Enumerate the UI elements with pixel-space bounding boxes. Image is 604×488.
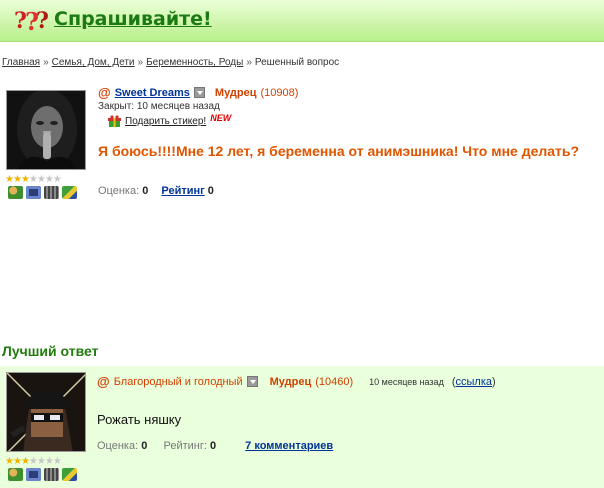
people-award-icon[interactable] (8, 468, 23, 481)
svg-text:?: ? (36, 8, 49, 34)
pencil-award-icon[interactable] (62, 468, 77, 481)
camera-award-icon[interactable] (26, 468, 41, 481)
breadcrumb-current: Решенный вопрос (254, 57, 340, 68)
question-closed-status: Закрыт: 10 месяцев назад (98, 101, 220, 112)
answer-text: Рожать няшку (97, 412, 182, 427)
star-icon: ★ (20, 174, 30, 185)
star-icon: ★ (52, 174, 62, 185)
star-icon: ★ (52, 456, 62, 467)
breadcrumb-family[interactable]: Семья, Дом, Дети (52, 57, 135, 68)
breadcrumb-pregnancy[interactable]: Беременность, Роды (146, 57, 243, 68)
question-author-stars: ★★★★★★★ (5, 174, 62, 185)
people-award-icon[interactable] (8, 186, 23, 199)
score-value: 0 (141, 440, 148, 452)
question-author-row: @ Sweet Dreams Мудрец (10908) (98, 85, 298, 100)
answer-author-stars: ★★★★★★★ (5, 456, 62, 467)
site-title-link[interactable]: Спрашивайте! (54, 8, 212, 30)
star-icon: ★ (44, 174, 54, 185)
question-author-link[interactable]: Sweet Dreams (115, 87, 190, 99)
question-author-awards (8, 186, 77, 199)
star-icon: ★ (12, 456, 22, 467)
film-award-icon[interactable] (44, 186, 59, 199)
gift-icon[interactable] (108, 115, 121, 128)
answer-time: 10 месяцев назад (369, 376, 444, 387)
gift-sticker: Подарить стикер! NEW (108, 112, 232, 128)
score-label: Оценка: (98, 185, 140, 197)
star-icon: ★ (36, 456, 46, 467)
question-title: Я боюсь!!!!Мне 12 лет, я беременна от ан… (98, 143, 580, 159)
answer-author-name[interactable]: Благородный и голодный (114, 376, 243, 388)
star-icon: ★ (44, 456, 54, 467)
star-icon: ★ (12, 174, 22, 185)
rating-label: Рейтинг: (163, 440, 207, 452)
dropdown-icon[interactable] (246, 376, 258, 387)
avatar-picture (7, 373, 85, 451)
answer-permalink[interactable]: ссылка (456, 376, 493, 388)
answer-author-row: @ Благородный и голодный Мудрец (10460) … (97, 374, 496, 389)
score-value: 0 (142, 185, 149, 197)
answer-author-avatar[interactable] (6, 372, 86, 452)
star-icon: ★ (20, 456, 30, 467)
new-badge: NEW (210, 112, 232, 123)
best-answer-heading: Лучший ответ (2, 343, 99, 359)
question-stats: Оценка: 0 Рейтинг 0 (98, 185, 214, 197)
gift-sticker-link[interactable]: Подарить стикер! (125, 116, 206, 127)
breadcrumb-home[interactable]: Главная (2, 57, 40, 68)
camera-award-icon[interactable] (26, 186, 41, 199)
avatar-photo (7, 91, 85, 169)
breadcrumb: Главная» Семья, Дом, Дети» Беременность, Р… (2, 57, 340, 68)
author-points: (10460) (315, 375, 354, 388)
score-label: Оценка: (97, 440, 139, 452)
author-rank: Мудрец (269, 375, 312, 388)
rating-value: 0 (207, 185, 214, 197)
question-author-avatar[interactable] (6, 90, 86, 170)
author-points: (10908) (260, 86, 299, 99)
star-icon: ★ (5, 174, 14, 185)
star-icon: ★ (36, 174, 46, 185)
pencil-award-icon[interactable] (62, 186, 77, 199)
star-icon: ★ (28, 456, 38, 467)
rating-link[interactable]: Рейтинг (161, 185, 204, 197)
at-icon: @ (97, 374, 110, 389)
star-icon: ★ (28, 174, 38, 185)
film-award-icon[interactable] (44, 468, 59, 481)
at-icon: @ (98, 85, 111, 100)
star-icon: ★ (5, 456, 14, 467)
rating-value: 0 (209, 440, 217, 452)
dropdown-icon[interactable] (193, 87, 205, 98)
question-marks-icon[interactable]: ? ? ? (14, 6, 50, 34)
answer-author-awards (8, 468, 77, 481)
answer-stats: Оценка: 0 Рейтинг: 0 7 комментариев (97, 440, 333, 452)
site-header: ? ? ? Спрашивайте! (0, 0, 604, 42)
comments-link[interactable]: 7 комментариев (245, 440, 333, 452)
author-rank: Мудрец (214, 86, 257, 99)
